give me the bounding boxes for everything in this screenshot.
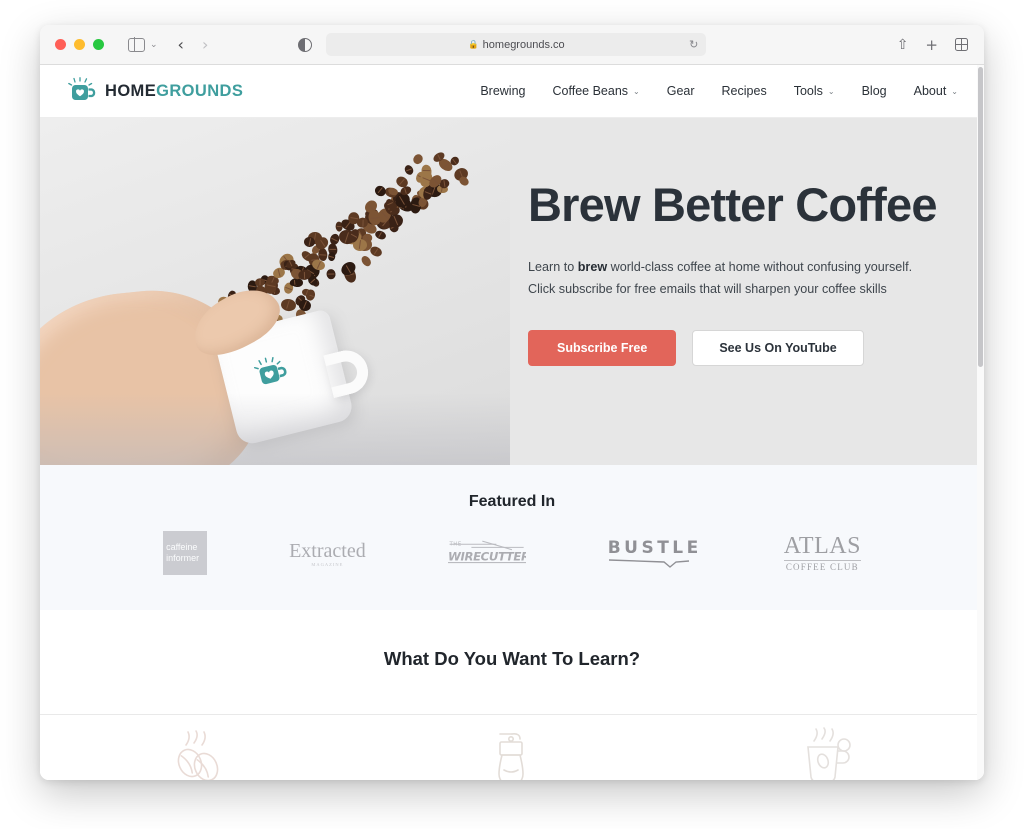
scrollbar-thumb[interactable] <box>978 67 983 367</box>
navigation-arrows: ‹ › <box>178 36 209 53</box>
logo-divider <box>783 560 861 561</box>
nav-label: Brewing <box>480 84 526 98</box>
toolbar-right-actions: ⇧ + <box>897 36 969 54</box>
minimize-window-button[interactable] <box>74 39 85 50</box>
chevron-down-icon: ⌄ <box>951 86 958 96</box>
url-text: homegrounds.co <box>482 38 565 51</box>
logo-main: ATLAS <box>783 533 861 559</box>
logo-sub: MAGAZINE <box>311 561 344 567</box>
address-bar[interactable]: 🔒 homegrounds.co ↻ <box>326 33 707 56</box>
photo-floor-shadow <box>40 393 510 465</box>
logo-main: Extracted <box>289 539 366 562</box>
coffee-grinder-icon <box>498 733 524 780</box>
see-us-on-youtube-button[interactable]: See Us On YouTube <box>692 329 864 366</box>
svg-text:THE: THE <box>448 541 461 547</box>
sidebar-controls: ⌄ <box>128 36 158 53</box>
hero-headline: Brew Better Coffee <box>528 178 938 231</box>
extracted-logo: Extracted MAGAZINE <box>289 540 366 567</box>
coffee-cup-icon <box>806 727 851 780</box>
sidebar-toggle-icon[interactable] <box>128 36 145 53</box>
close-window-button[interactable] <box>55 39 66 50</box>
new-tab-icon[interactable]: + <box>925 36 938 54</box>
svg-text:WIRECUTTER: WIRECUTTER <box>448 550 526 564</box>
nav-label: Tools <box>793 84 823 98</box>
hero-copy: Brew Better Coffee Learn to brew world-c… <box>510 118 984 465</box>
chevron-down-icon: ⌄ <box>633 86 640 96</box>
reload-button[interactable]: ↻ <box>689 38 698 51</box>
page-viewport: HOMEGROUNDS Brewing Coffee Beans ⌄ Gear … <box>40 65 984 780</box>
featured-in-section: Featured In caffeine informer Extracted … <box>40 465 984 610</box>
nav-label: Coffee Beans <box>552 84 629 98</box>
main-navigation: Brewing Coffee Beans ⌄ Gear Recipes Tool… <box>480 84 958 98</box>
nav-item-brewing[interactable]: Brewing <box>480 84 525 98</box>
subscribe-free-button[interactable]: Subscribe Free <box>528 329 677 366</box>
reader-view-icon[interactable] <box>298 37 313 52</box>
learn-card-cup[interactable] <box>669 715 984 780</box>
share-icon[interactable]: ⇧ <box>897 37 909 53</box>
logo-line-1: caffeine <box>166 541 198 552</box>
logo-text-grounds: GROUNDS <box>156 81 244 100</box>
nav-label: Recipes <box>721 84 767 98</box>
logo-sub: COFFEE CLUB <box>785 562 859 572</box>
featured-in-title: Featured In <box>468 493 556 510</box>
tab-overview-icon[interactable] <box>954 37 969 52</box>
nav-item-blog[interactable]: Blog <box>862 84 887 98</box>
learn-section: What Do You Want To Learn? <box>40 610 984 780</box>
chevron-down-icon: ⌄ <box>827 86 835 96</box>
nav-item-recipes[interactable]: Recipes <box>722 84 767 98</box>
nav-label: About <box>913 84 947 98</box>
coffee-beans-icon <box>177 730 219 780</box>
nav-item-tools[interactable]: Tools ⌄ <box>794 84 835 98</box>
the-wirecutter-logo: THE WIRECUTTER <box>447 537 530 569</box>
nav-item-gear[interactable]: Gear <box>667 84 695 98</box>
nav-label: Blog <box>861 84 887 98</box>
hero-sub-bold-word: brew <box>577 260 608 275</box>
coffee-mug-logo-icon <box>68 77 96 100</box>
nav-label: Gear <box>666 84 695 98</box>
hero-image <box>40 118 510 465</box>
hero-subheadline: Learn to brew world-class coffee at home… <box>528 257 960 300</box>
nav-item-about[interactable]: About ⌄ <box>914 84 958 98</box>
learn-section-title: What Do You Want To Learn? <box>383 648 641 669</box>
hero-buttons: Subscribe Free See Us On YouTube <box>528 329 960 366</box>
page-scrollbar[interactable] <box>977 65 984 780</box>
chevron-down-icon[interactable]: ⌄ <box>150 40 158 49</box>
back-button[interactable]: ‹ <box>178 36 184 53</box>
traffic-lights <box>55 39 104 50</box>
maximize-window-button[interactable] <box>93 39 104 50</box>
site-logo[interactable]: HOMEGROUNDS <box>68 77 243 105</box>
learn-card-beans[interactable] <box>40 715 355 780</box>
learn-cards <box>40 714 984 780</box>
hero-sub-line1-post: world-class coffee at home without confu… <box>607 260 913 275</box>
lock-icon: 🔒 <box>468 39 479 49</box>
browser-window: ⌄ ‹ › 🔒 homegrounds.co ↻ ⇧ + HOMEGROUNDS… <box>40 25 984 780</box>
hero-sub-line1-pre: Learn to <box>528 260 578 275</box>
hero-sub-line2: Click subscribe for free emails that wil… <box>528 282 887 296</box>
logo-line-2: informer <box>166 553 200 563</box>
logo-wordmark: HOMEGROUNDS <box>105 82 243 101</box>
forward-button[interactable]: › <box>202 36 208 53</box>
hero-section: Brew Better Coffee Learn to brew world-c… <box>40 118 984 465</box>
nav-item-coffee-beans[interactable]: Coffee Beans ⌄ <box>553 84 640 98</box>
logo-main: BUSTLE <box>607 538 702 558</box>
bustle-logo: BUSTLE <box>608 538 702 568</box>
site-header: HOMEGROUNDS Brewing Coffee Beans ⌄ Gear … <box>40 65 984 118</box>
caffeine-informer-logo: caffeine informer <box>163 531 208 575</box>
learn-card-grinder[interactable] <box>355 715 670 780</box>
atlas-coffee-club-logo: ATLAS COFFEE CLUB <box>783 533 861 572</box>
browser-toolbar: ⌄ ‹ › 🔒 homegrounds.co ↻ ⇧ + <box>40 25 984 65</box>
logo-text-home: HOME <box>105 81 157 100</box>
press-logos: caffeine informer Extracted MAGAZINE THE… <box>40 531 984 575</box>
